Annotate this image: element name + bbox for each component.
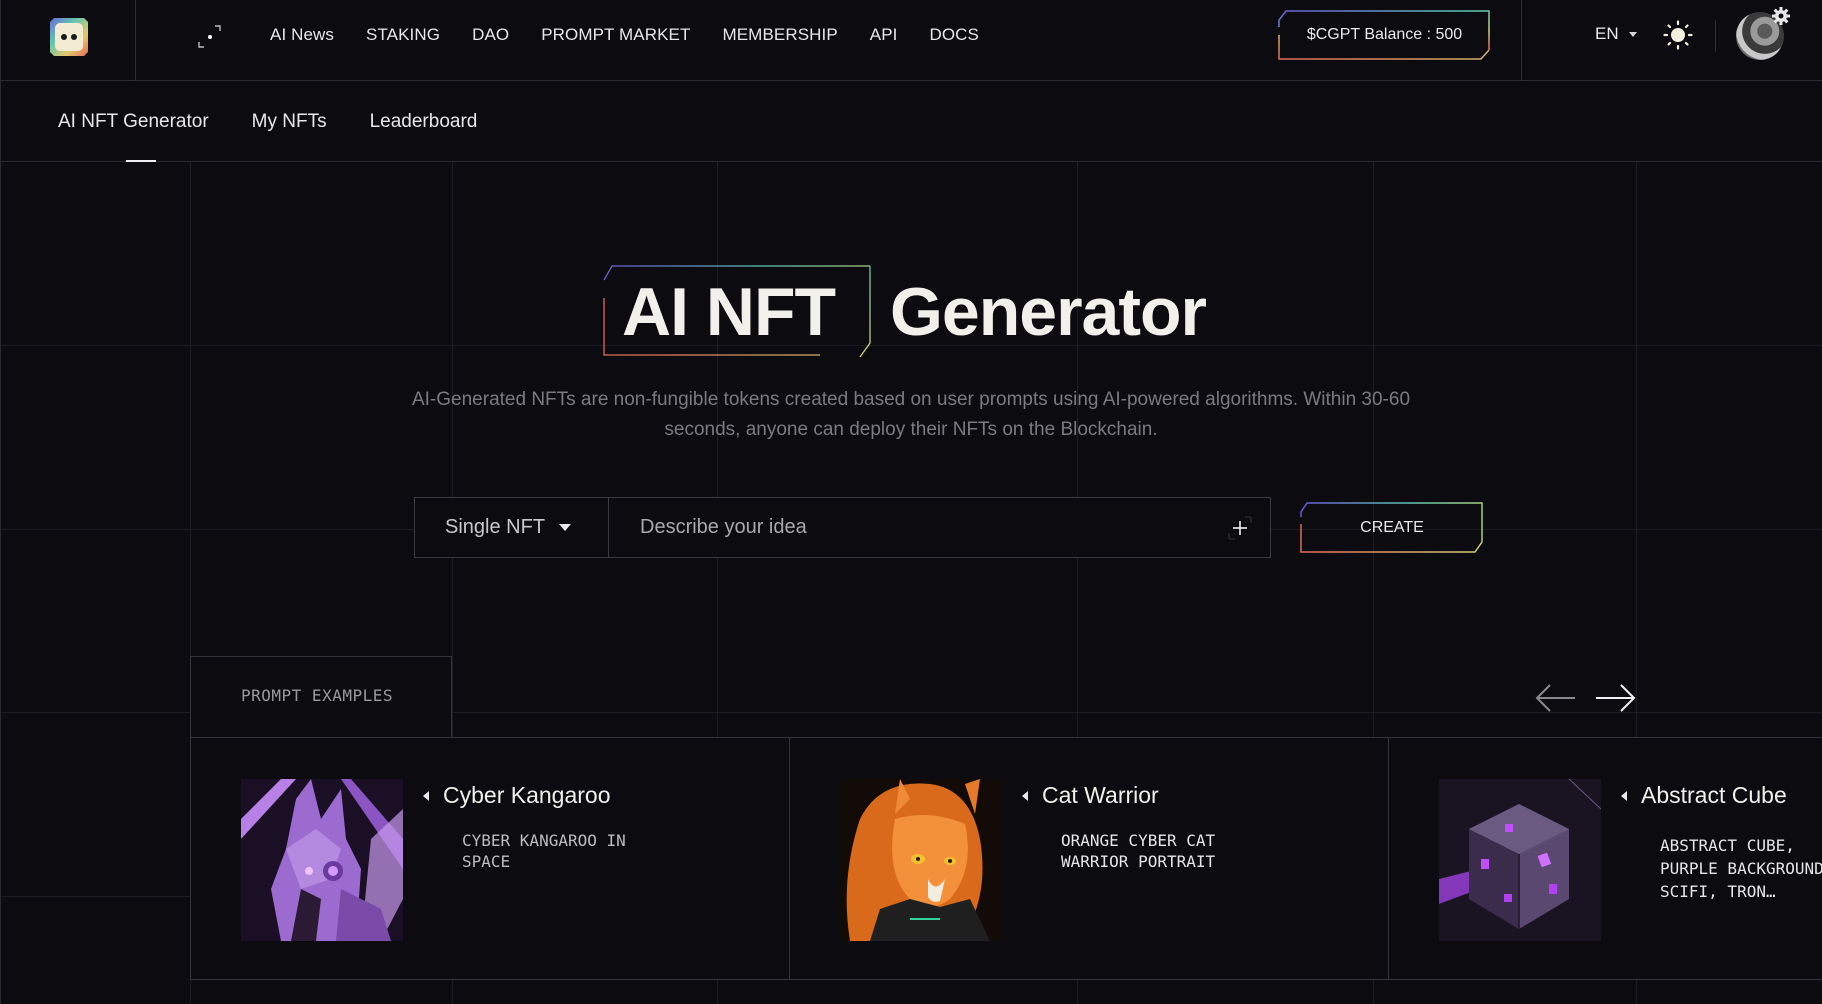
- top-navbar: AI News STAKING DAO PROMPT MARKET MEMBER…: [0, 0, 1822, 81]
- prompt-examples-list: Cyber Kangaroo CYBER KANGAROO IN SPACE C…: [190, 737, 1822, 980]
- tab-leaderboard[interactable]: Leaderboard: [370, 111, 478, 133]
- prev-arrow-button[interactable]: [1533, 680, 1577, 716]
- focus-mode-icon[interactable]: [195, 22, 225, 52]
- triangle-left-icon: [423, 790, 429, 801]
- nav-ai-news[interactable]: AI News: [270, 24, 334, 46]
- logo-icon[interactable]: [46, 14, 92, 60]
- divider: [1715, 20, 1716, 52]
- nav-prompt-market[interactable]: PROMPT MARKET: [541, 24, 690, 46]
- nav-staking[interactable]: STAKING: [366, 24, 440, 46]
- example-title: Cat Warrior: [1000, 782, 1159, 809]
- example-prompt: ORANGE CYBER CAT WARRIOR PORTRAIT: [1061, 831, 1216, 871]
- page-title-highlight: AI NFT: [622, 274, 836, 350]
- example-image: [840, 779, 1002, 941]
- nft-type-select[interactable]: Single NFT: [415, 498, 609, 557]
- plus-icon: [1228, 515, 1252, 540]
- example-image: [241, 779, 403, 941]
- example-title-text: Cyber Kangaroo: [443, 782, 611, 808]
- prompt-examples-label: PROMPT EXAMPLES: [241, 686, 393, 705]
- idea-input[interactable]: [609, 498, 1210, 557]
- example-title-text: Cat Warrior: [1042, 782, 1159, 808]
- sub-navbar: AI NFT Generator My NFTs Leaderboard: [0, 81, 1822, 162]
- triangle-left-icon: [1621, 790, 1627, 801]
- example-card[interactable]: Abstract Cube ABSTRACT CUBE, PURPLE BACK…: [1389, 738, 1822, 979]
- gear-icon[interactable]: [1771, 6, 1791, 26]
- nav-dao[interactable]: DAO: [472, 24, 509, 46]
- nav-docs[interactable]: DOCS: [929, 24, 979, 46]
- nav-api[interactable]: API: [870, 24, 898, 46]
- language-label: EN: [1595, 24, 1619, 43]
- example-title: Cyber Kangaroo: [401, 782, 611, 809]
- balance-button[interactable]: $CGPT Balance : 500: [1278, 10, 1491, 60]
- sub-tabs: AI NFT Generator My NFTs Leaderboard: [58, 111, 520, 133]
- hero-description: AI-Generated NFTs are non-fungible token…: [411, 389, 1411, 440]
- sun-icon[interactable]: [1663, 20, 1693, 50]
- next-arrow-button[interactable]: [1594, 680, 1638, 716]
- tab-ai-nft-generator[interactable]: AI NFT Generator: [58, 111, 209, 133]
- page-title: Generator: [890, 274, 1207, 350]
- active-tab-indicator: [126, 160, 156, 162]
- example-prompt: CYBER KANGAROO IN SPACE: [462, 831, 626, 871]
- prompt-form: Single NFT: [414, 497, 1271, 558]
- divider: [1521, 0, 1522, 81]
- main-nav: AI News STAKING DAO PROMPT MARKET MEMBER…: [270, 24, 1011, 46]
- example-card[interactable]: Cat Warrior ORANGE CYBER CAT WARRIOR POR…: [790, 738, 1389, 979]
- create-label: CREATE: [1360, 518, 1424, 536]
- arrow-right-icon: [1596, 684, 1636, 712]
- language-select[interactable]: EN: [1595, 24, 1637, 44]
- arrow-left-icon: [1535, 684, 1575, 712]
- balance-label: $CGPT Balance : 500: [1306, 26, 1463, 43]
- divider: [135, 0, 136, 81]
- add-button[interactable]: [1210, 498, 1270, 557]
- example-image: [1439, 779, 1601, 941]
- chevron-down-icon: [559, 524, 572, 531]
- create-button[interactable]: CREATE: [1300, 502, 1484, 553]
- triangle-left-icon: [1022, 790, 1028, 801]
- example-title-text: Abstract Cube: [1641, 782, 1787, 808]
- tab-my-nfts[interactable]: My NFTs: [252, 111, 327, 133]
- nft-type-label: Single NFT: [445, 516, 546, 538]
- example-prompt: ABSTRACT CUBE, PURPLE BACKGROUND, SCIFI,…: [1660, 836, 1822, 901]
- nav-membership[interactable]: MEMBERSHIP: [722, 24, 837, 46]
- chevron-down-icon: [1628, 31, 1637, 37]
- example-title: Abstract Cube: [1599, 782, 1787, 809]
- example-card[interactable]: Cyber Kangaroo CYBER KANGAROO IN SPACE: [191, 738, 790, 979]
